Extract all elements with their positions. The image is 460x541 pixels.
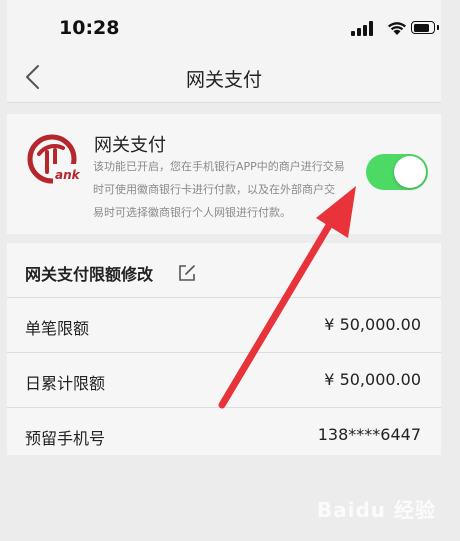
gateway-title: 网关支付 bbox=[94, 135, 166, 156]
battery-fill bbox=[413, 23, 429, 32]
gateway-toggle[interactable] bbox=[366, 154, 428, 190]
signal-icon bbox=[351, 20, 377, 36]
watermark: Baidu 经验 bbox=[316, 498, 436, 522]
row-value: 138****6447 bbox=[317, 425, 421, 444]
row-label: 日累计限额 bbox=[25, 374, 106, 393]
battery-icon bbox=[411, 21, 439, 34]
row-value: ¥ 50,000.00 bbox=[324, 370, 421, 389]
row-value: ¥ 50,000.00 bbox=[324, 315, 421, 334]
status-bar: 10:28 bbox=[7, 0, 441, 52]
limits-card: 网关支付限额修改 单笔限额 ¥ 50,000.00 日累计限额 ¥ 50,000… bbox=[7, 243, 441, 455]
wifi-icon bbox=[388, 22, 406, 35]
nav-bar: 网关支付 bbox=[7, 52, 441, 103]
edit-icon[interactable] bbox=[177, 263, 197, 283]
gateway-description: 该功能已开启，您在手机银行APP中的商户进行交易时可使用徽商银行卡进行付款，以及… bbox=[93, 160, 345, 219]
row-label: 预留手机号 bbox=[25, 429, 106, 448]
daily-limit-row[interactable]: 日累计限额 ¥ 50,000.00 bbox=[7, 353, 441, 408]
phone-row[interactable]: 预留手机号 138****6447 bbox=[7, 408, 441, 462]
page-title: 网关支付 bbox=[185, 69, 262, 91]
single-limit-row[interactable]: 单笔限额 ¥ 50,000.00 bbox=[7, 298, 441, 353]
limits-title: 网关支付限额修改 bbox=[25, 265, 154, 284]
bank-logo: ank bbox=[27, 134, 83, 184]
status-time: 10:28 bbox=[59, 17, 120, 39]
logo-text: ank bbox=[55, 168, 81, 182]
row-label: 单笔限额 bbox=[25, 319, 90, 338]
toggle-knob bbox=[394, 156, 426, 188]
gateway-payment-card: ank 网关支付 该功能已开启，您在手机银行APP中的商户进行交易时可使用徽商银… bbox=[7, 114, 441, 234]
limits-header: 网关支付限额修改 bbox=[7, 243, 441, 298]
